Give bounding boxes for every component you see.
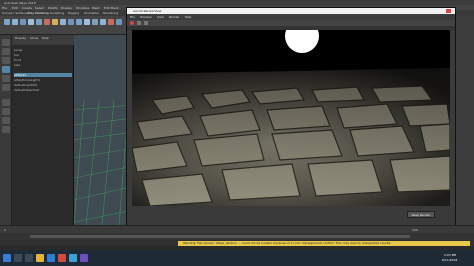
outliner-item-top[interactable]: top [14, 53, 72, 57]
outliner-item-front[interactable]: front [14, 58, 72, 62]
render-icon[interactable] [130, 21, 134, 25]
mirror-icon[interactable] [108, 19, 114, 25]
viewport-grid [74, 100, 134, 225]
windows-start-icon[interactable] [3, 254, 11, 262]
rv-menu-window[interactable]: Window [140, 15, 152, 19]
shelf-tab[interactable]: Curves / Surfaces [2, 11, 28, 15]
maya-icon[interactable] [69, 254, 77, 262]
range-bar[interactable] [30, 235, 410, 238]
outliner-menu-show[interactable]: Show [30, 36, 38, 40]
shelf-tab[interactable]: Rendering [103, 11, 118, 15]
app-icon[interactable] [80, 254, 88, 262]
torus-icon[interactable] [44, 19, 50, 25]
uv-icon[interactable] [116, 19, 122, 25]
extrude-icon[interactable] [76, 19, 82, 25]
lasso-tool-icon[interactable] [2, 48, 10, 55]
snapshot-icon[interactable] [144, 21, 148, 25]
shelf-tab[interactable]: Animation [84, 11, 99, 15]
search-icon[interactable] [14, 254, 22, 262]
toolbox [0, 35, 12, 225]
clock-date: 6/11/2018 [442, 258, 458, 262]
plane-icon[interactable] [36, 19, 42, 25]
outliner-item-persp[interactable]: persp [14, 48, 72, 52]
outliner-item-lightset[interactable]: defaultLightSet [14, 83, 72, 87]
scale-tool-icon[interactable] [2, 84, 10, 91]
keep-render-button[interactable]: Keep Render [407, 211, 435, 218]
maya-window: Autodesk Maya 2018 File Edit Create Sele… [0, 0, 474, 266]
time-start: 1 [4, 228, 6, 232]
rv-menu-help[interactable]: Help [185, 15, 192, 19]
outliner-item-pplane1[interactable]: pPlane1 [14, 73, 72, 77]
layout-outliner-icon[interactable] [2, 117, 10, 124]
smooth-icon[interactable] [100, 19, 106, 25]
clock-time: 1:03 PM [444, 253, 457, 257]
bridge-icon[interactable] [84, 19, 90, 25]
outliner-item-skydome[interactable]: aiSkyDomeLight1 [14, 78, 72, 82]
outliner-menu-help[interactable]: Help [42, 36, 49, 40]
rv-menu-view[interactable]: View [157, 15, 164, 19]
time-end: 120 [412, 228, 418, 232]
shelf-tab[interactable]: Rigging [68, 11, 79, 15]
ipr-icon[interactable] [137, 21, 141, 25]
close-icon[interactable] [446, 9, 451, 13]
render-view-footer [127, 206, 455, 225]
layout-graph-icon[interactable] [2, 126, 10, 133]
outliner-menu-display[interactable]: Display [15, 36, 26, 40]
layout-four-icon[interactable] [2, 108, 10, 115]
range-slider[interactable] [0, 233, 474, 240]
outliner-item-side[interactable]: side [14, 63, 72, 67]
chrome-icon[interactable] [58, 254, 66, 262]
render-image [132, 30, 450, 206]
edge-icon[interactable] [47, 254, 55, 262]
paint-select-icon[interactable] [2, 57, 10, 64]
shelf-tab[interactable]: Poly Modeling [28, 11, 49, 15]
layout-single-icon[interactable] [2, 99, 10, 106]
shelf-tab[interactable]: Sculpting [50, 11, 64, 15]
file-explorer-icon[interactable] [36, 254, 44, 262]
outliner-menu: Display Show Help [12, 35, 74, 45]
rotate-tool-icon[interactable] [2, 75, 10, 82]
separate-icon[interactable] [68, 19, 74, 25]
combine-icon[interactable] [60, 19, 66, 25]
move-tool-icon[interactable] [2, 66, 10, 73]
select-tool-icon[interactable] [2, 39, 10, 46]
cone-icon[interactable] [28, 19, 34, 25]
rv-menu-file[interactable]: File [130, 15, 135, 19]
rv-menu-render[interactable]: Render [169, 15, 180, 19]
taskbar: 1:03 PM 6/11/2018 [0, 250, 474, 266]
outliner-item-objectset[interactable]: defaultObjectSet [14, 88, 72, 92]
light-icon[interactable] [52, 19, 58, 25]
task-view-icon[interactable] [25, 254, 33, 262]
time-slider[interactable]: 1 120 [0, 225, 474, 233]
bevel-icon[interactable] [92, 19, 98, 25]
cube-icon[interactable] [12, 19, 18, 25]
cylinder-icon[interactable] [20, 19, 26, 25]
sphere-icon[interactable] [4, 19, 10, 25]
